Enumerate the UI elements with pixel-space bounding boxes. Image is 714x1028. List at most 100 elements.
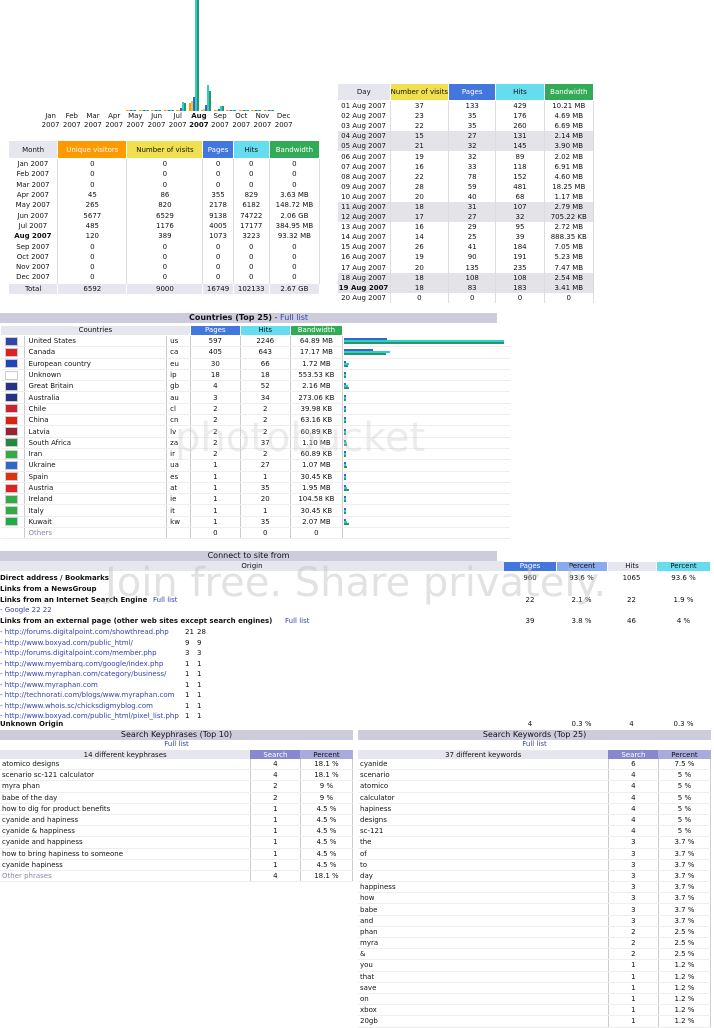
table-cell: 0 [269,241,321,252]
month-axis-label: Jul 2007 [167,112,188,130]
table-cell: 0 [233,158,270,170]
table-row: Oct 2007 0 0 0 0 0 [8,251,321,262]
country-hits: 18 [240,369,291,382]
keyword-row: to 3 3.7 % [358,859,712,871]
table-cell: 16 [390,222,450,233]
month-bar-group [213,0,226,111]
table-cell: 5.23 MB [544,252,595,263]
country-hits: 27 [240,459,291,472]
table-cell: 18 [390,272,450,283]
keyphrase-count: 4 [250,759,301,771]
external-referrer-link[interactable]: - http://forums.digitalpoint.com/showthr… [0,627,169,637]
keyphrase: cyanide and happiness [0,836,251,849]
ca-flag-icon [4,347,18,357]
country-row: Ireland ie 1 20 104.58 KB [0,493,510,506]
table-cell: 0 [233,179,270,190]
external-referrer-link[interactable]: - http://www.myraphan.com/category/busin… [0,669,166,679]
month-bar [196,0,199,111]
month-axis-label: Jan 2007 [40,112,61,130]
country-code: ip [166,369,191,382]
keyphrase-count: 1 [250,836,301,849]
keyphrase-percent: 9 % [300,780,354,793]
keyphrase-count: 4 [250,769,301,782]
keyphrase-percent: 9 % [300,792,354,804]
table-cell: Dec 2007 [8,272,59,284]
month-bar [184,103,187,111]
external-referrer-link[interactable]: - http://www.myembarq.com/google/index.p… [0,659,163,669]
country-row: Unknown ip 18 18 553.53 KB [0,369,510,382]
table-cell: 17177 [233,220,270,232]
col-search: Search [608,750,659,759]
table-row: 13 Aug 2007 16 29 95 2.72 MB [337,222,595,233]
country-code: ie [166,493,191,506]
keyword-count: 3 [608,892,659,905]
total-cell: 6592 [57,282,128,295]
keyword: scenario [358,769,609,782]
country-pages: 2 [190,403,241,416]
col-hits: Hits [495,83,545,101]
table-row: Feb 2007 0 0 0 0 0 [8,169,321,180]
table-cell: 2178 [202,200,234,211]
keyword: how [358,892,609,905]
country-graph [342,369,510,382]
total-cell: 16749 [202,282,234,295]
month-name: Jun [151,112,162,120]
external-referrer-link[interactable]: - http://www.myraphan.com [0,680,98,690]
country-bandwidth: 30.45 KB [290,471,344,483]
table-cell: 148.72 MB [269,200,321,211]
newsgroup-row: Links from a NewsGroup [0,584,712,594]
country-row: European country eu 30 66 1.72 MB [0,358,510,370]
table-cell: 9138 [202,210,234,221]
external-referrer-link[interactable]: - http://technorati.com/blogs/www.myraph… [0,690,174,700]
keyword-percent: 1.2 % [658,1004,712,1017]
table-cell: 0 [269,179,321,190]
keyword-percent: 3.7 % [658,859,712,871]
table-cell: 485 [57,220,128,232]
col-percent: Percent [658,750,711,759]
table-cell: 0 [233,272,270,284]
table-cell: 03 Aug 2007 [337,121,391,132]
month-name: Jul [173,112,182,120]
table-cell: 15 [390,131,450,142]
keyphrases-full-list-link[interactable]: Full list [0,740,353,748]
table-cell: 27 [448,212,497,223]
external-page-row-full-list-link[interactable]: Full list [285,616,309,626]
table-cell: 0 [126,179,204,190]
country-code: it [166,504,191,517]
month-name: Nov [255,112,270,120]
month-bar-group [263,0,276,111]
country-name: Ukraine [24,459,168,472]
keywords-full-list-link[interactable]: Full list [358,740,711,748]
country-row: Italy it 1 1 30.45 KB [0,504,510,517]
table-cell: 59 [448,181,497,192]
external-referrer-link[interactable]: - http://forums.digitalpoint.com/member.… [0,648,157,658]
country-flag-cell [0,403,25,416]
country-flag-cell [0,358,25,370]
table-cell: 19 [390,151,450,162]
month-year: 2007 [253,121,272,129]
ir-flag-icon [4,449,18,459]
search-engine-row-full-list-link[interactable]: Full list [153,595,177,605]
keyphrase: cyanide and hapiness [0,814,251,827]
google-referrer-link[interactable]: - Google 22 22 [0,605,52,615]
table-cell: Feb 2007 [8,169,59,180]
external-referrer-link[interactable]: - http://www.whois.sc/chicksdigmyblog.co… [0,701,153,711]
external-referrer-hits: 28 [197,628,206,636]
country-graph [342,459,510,472]
keyphrases-count: 14 different keyphrases [0,750,251,759]
keyword-percent: 2.5 % [658,937,712,950]
it-flag-icon [4,506,18,516]
countries-full-list-link[interactable]: Full list [280,313,308,322]
country-bandwidth: 60.89 KB [290,448,344,461]
unknown-origin-row-label: Unknown Origin [0,720,64,728]
month-axis-label: May 2007 [125,112,146,130]
table-cell: 13 Aug 2007 [337,222,391,233]
keyphrase: cyanide hapiness [0,859,251,871]
au-flag-icon [4,393,18,403]
month-axis-label: Feb 2007 [61,112,82,130]
keyword: & [358,948,609,961]
month-bar-group [138,0,151,111]
table-cell: 133 [448,100,497,112]
keyword-percent: 3.7 % [658,836,712,849]
external-referrer-link[interactable]: - http://www.boxyad.com/public_html/ [0,638,133,648]
